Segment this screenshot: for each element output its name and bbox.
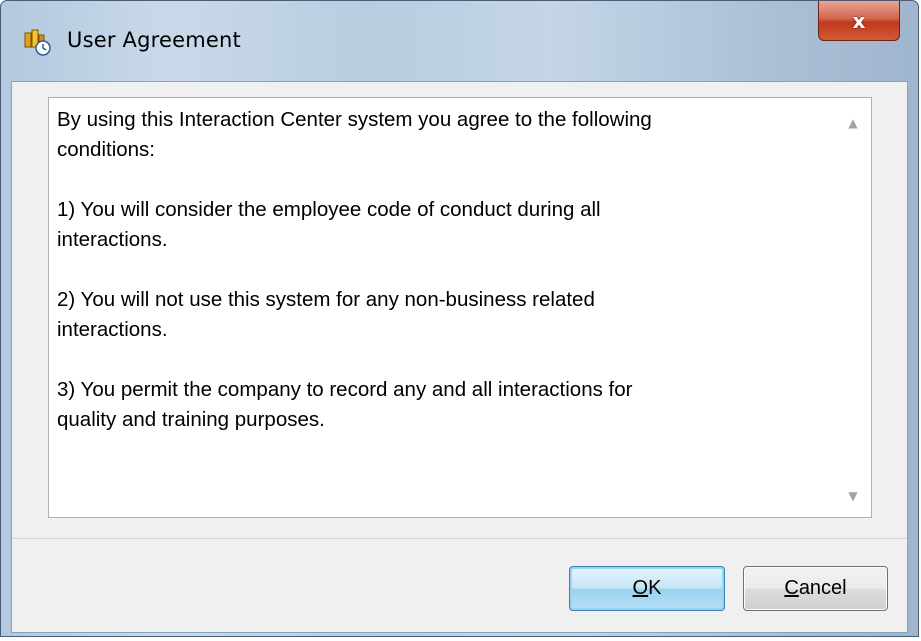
vertical-scrollbar[interactable]: ▲ ▼: [835, 98, 871, 517]
cancel-mnemonic: C: [784, 577, 799, 599]
agreement-text: By using this Interaction Center system …: [57, 108, 652, 431]
ok-label-rest: K: [648, 577, 662, 599]
agreement-textbox[interactable]: By using this Interaction Center system …: [48, 97, 872, 518]
window-title: User Agreement: [67, 28, 241, 52]
scroll-up-arrow-icon[interactable]: ▲: [835, 108, 871, 138]
title-bar[interactable]: User Agreement x: [1, 1, 918, 81]
button-area-divider: [12, 538, 907, 539]
ok-button[interactable]: OK: [569, 566, 725, 611]
user-agreement-dialog: User Agreement x By using this Interacti…: [0, 0, 919, 637]
interaction-center-app-icon: [24, 29, 51, 56]
close-button[interactable]: x: [818, 1, 900, 41]
scroll-down-arrow-icon[interactable]: ▼: [835, 481, 871, 511]
cancel-label-rest: ancel: [798, 577, 847, 599]
dialog-body: By using this Interaction Center system …: [11, 81, 908, 633]
cancel-button[interactable]: Cancel: [743, 566, 888, 611]
ok-mnemonic: O: [632, 577, 649, 599]
close-icon: x: [852, 8, 866, 33]
